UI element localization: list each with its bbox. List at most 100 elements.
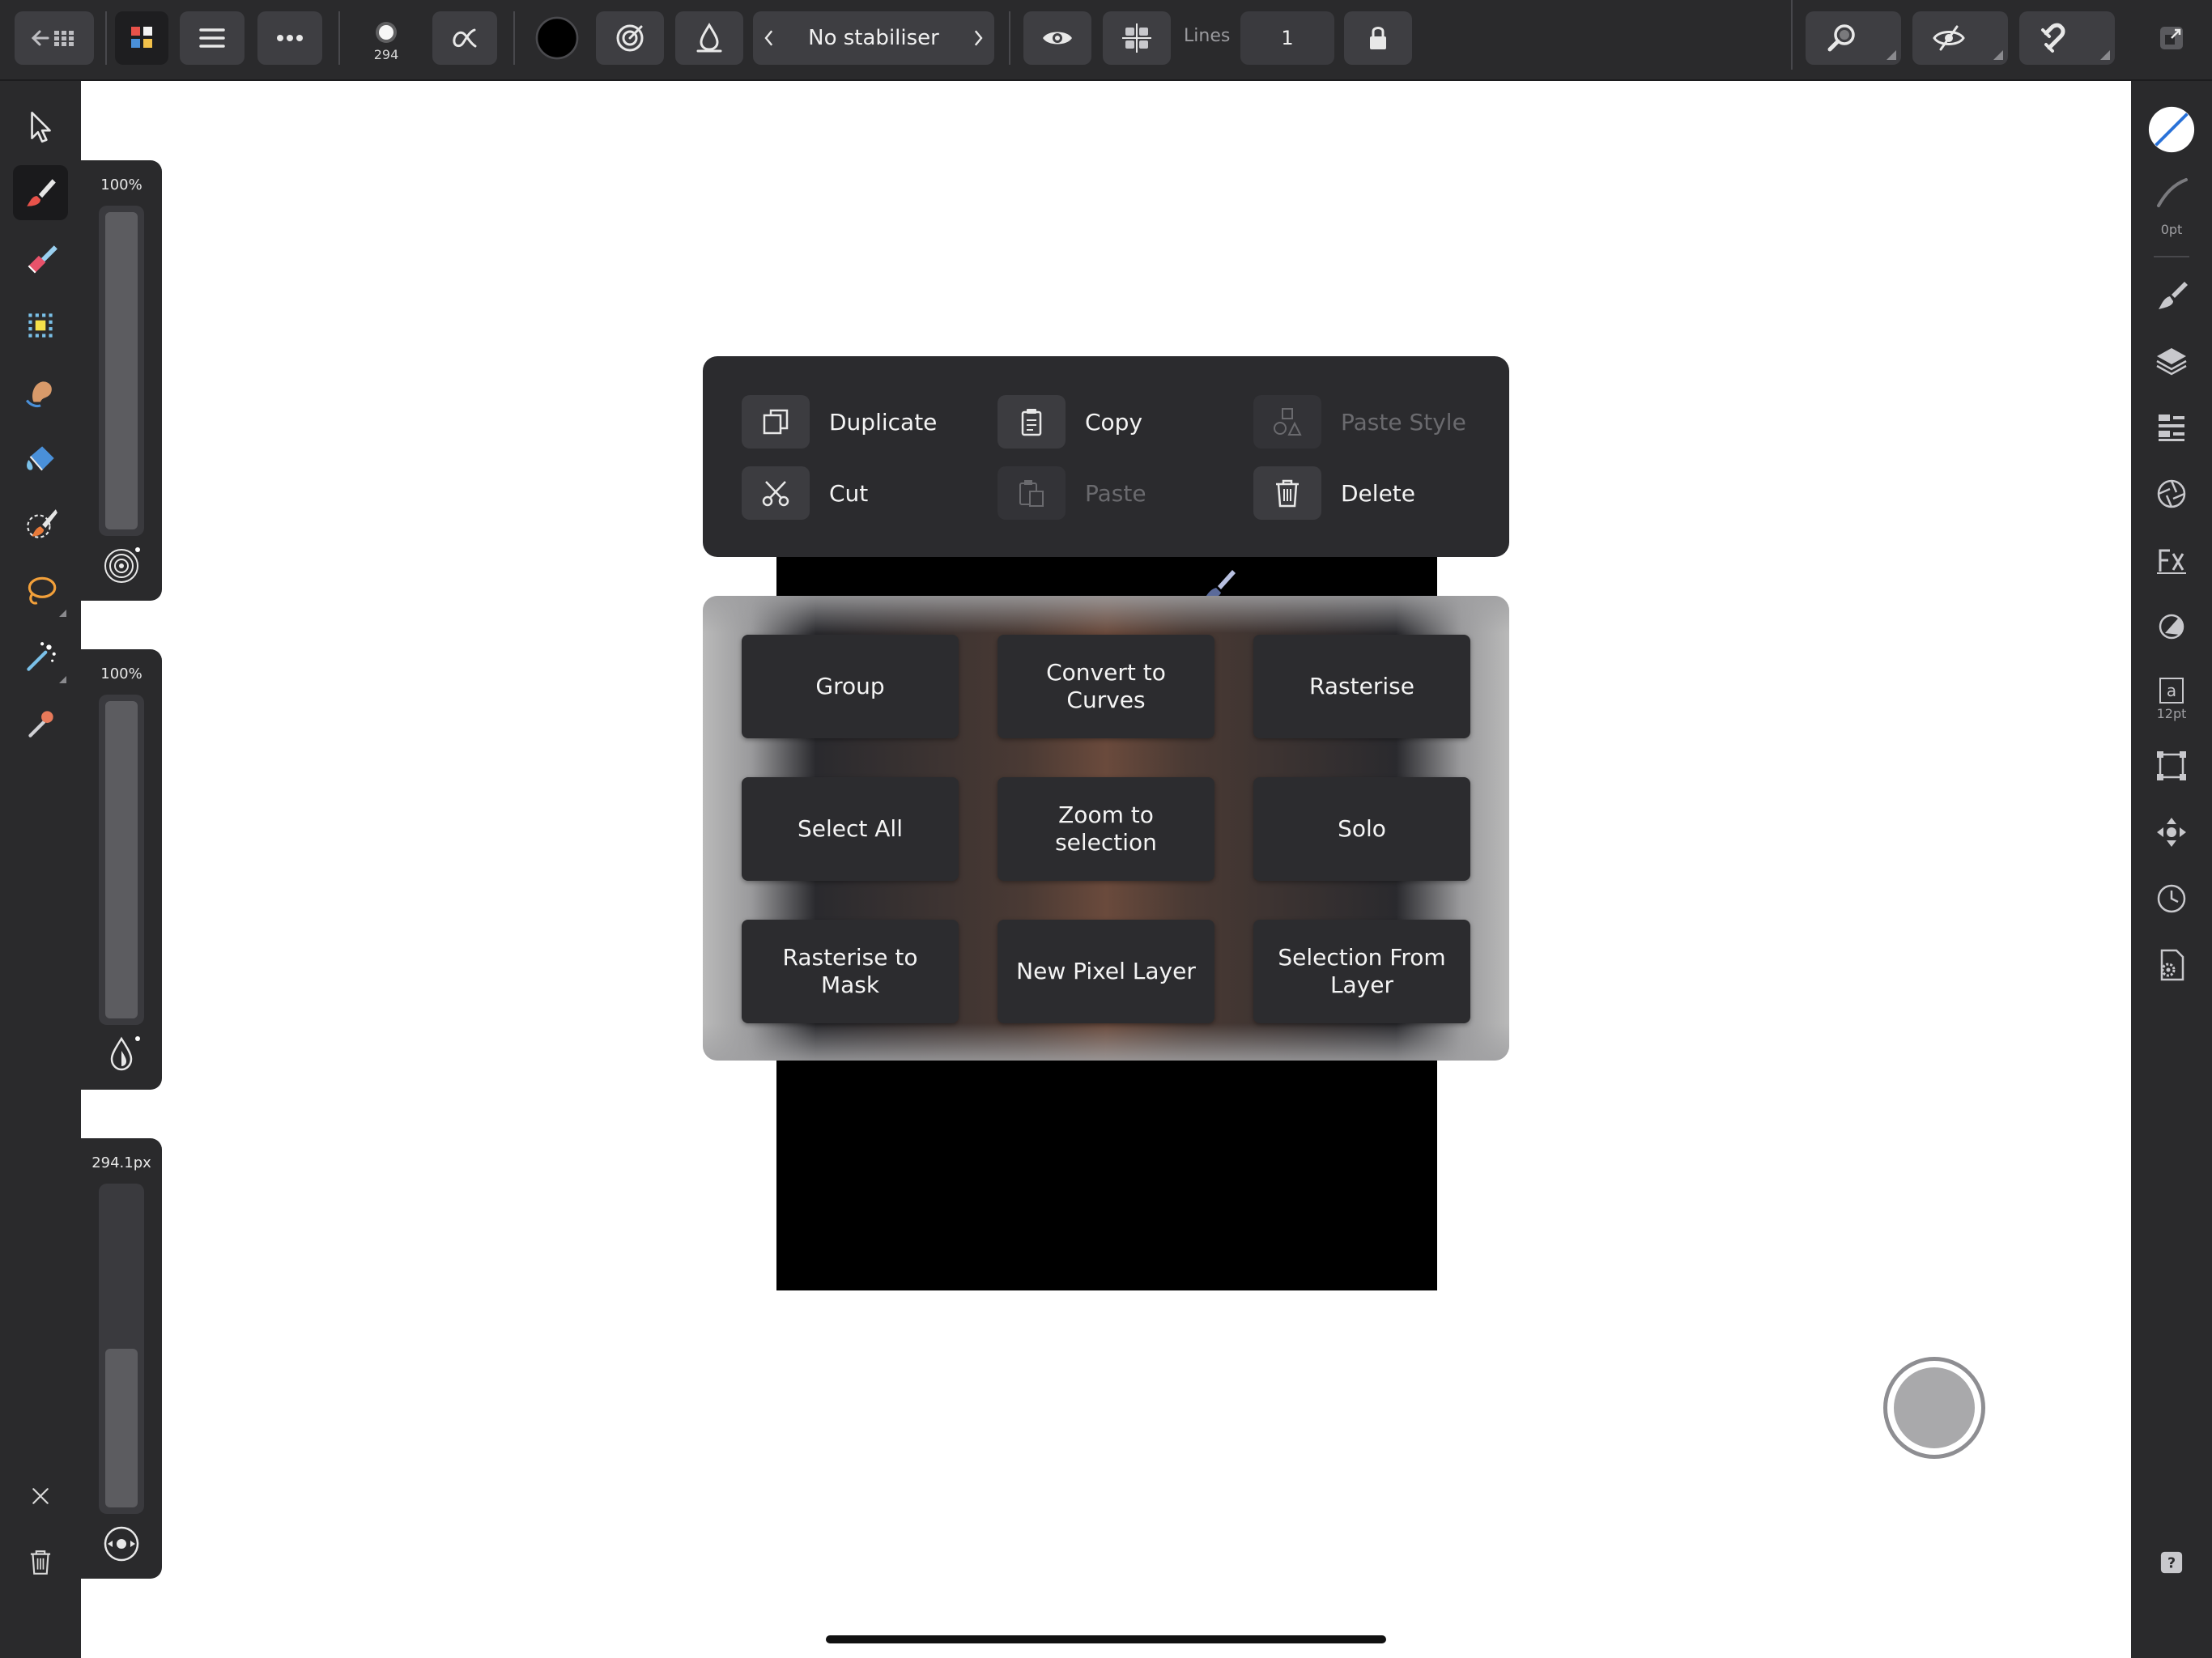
colour-picker-tool[interactable] [13,696,68,751]
transform-panel-button[interactable] [2149,743,2194,789]
lines-value-field[interactable]: 1 [1240,11,1334,65]
stroke-width-value: 0pt [2160,222,2183,237]
new-pixel-layer-button[interactable]: New Pixel Layer [998,920,1214,1023]
magic-wand-tool[interactable] [13,630,68,685]
group-button[interactable]: Group [742,635,959,738]
export-button[interactable] [2146,11,2197,65]
view-mode-button[interactable] [1912,11,2008,65]
wet-edges-button[interactable] [675,11,743,65]
paint-brush-tool[interactable] [13,165,68,220]
opacity-slider[interactable] [99,206,144,536]
solo-button[interactable]: Solo [1253,777,1470,881]
select-all-button[interactable]: Select All [742,777,959,881]
eyedropper-icon [28,711,53,738]
snapping-button[interactable] [2019,11,2115,65]
delete-menu-button[interactable]: Delete [1253,466,1415,520]
pointer-icon [31,111,51,143]
stroke-width-button[interactable] [2149,170,2194,215]
brush-dot-icon [376,22,397,43]
transparency-panel-button[interactable] [2149,604,2194,649]
pixel-tool[interactable] [13,298,68,353]
paste-style-label: Paste Style [1341,408,1466,436]
trash-icon [1276,479,1299,508]
delete-button[interactable] [13,1535,68,1590]
width-slider[interactable] [99,1184,144,1514]
colour-panel-button[interactable] [2149,471,2194,517]
freehand-selection-tool[interactable] [13,563,68,619]
close-button[interactable] [13,1469,68,1524]
stabiliser-prev-button[interactable] [753,11,785,65]
delete-label: Delete [1341,479,1415,507]
zoom-to-selection-button[interactable]: Zoom to selection [998,777,1214,881]
symmetry-button[interactable] [1103,11,1171,65]
paste-label: Paste [1085,479,1146,507]
back-to-gallery-button[interactable] [15,11,94,65]
hud-action-button[interactable] [1883,1357,1985,1459]
more-button[interactable] [257,11,322,65]
document-menu-button[interactable] [180,11,245,65]
lock-icon [1370,27,1386,49]
flow-slider-fill [105,701,138,1018]
aperture-icon [2157,479,2186,508]
back-grid-icon [31,30,74,46]
paste-icon [1019,480,1044,507]
flow-slider[interactable] [99,695,144,1025]
persona-switch-button[interactable] [115,11,168,65]
layers-panel-button[interactable] [2149,338,2194,384]
brush-selector-button[interactable]: 294 [356,11,416,65]
flood-fill-tool[interactable] [13,431,68,486]
scissors-icon [762,481,789,507]
document-settings-button[interactable] [2149,942,2194,988]
more-dots-icon [277,35,303,41]
fx-icon [2157,549,2186,574]
copy-button[interactable]: Copy [998,395,1142,449]
stabiliser-next-button[interactable] [962,11,994,65]
fill-stroke-button[interactable] [2146,104,2197,155]
menu-icon [199,28,225,48]
transform-box-icon [2157,751,2186,780]
duplicate-button[interactable]: Duplicate [742,395,937,449]
navigator-panel-button[interactable] [2149,810,2194,855]
brush-size-badge: 294 [373,47,399,62]
rasterise-button[interactable]: Rasterise [1253,635,1470,738]
help-button[interactable]: ? [2149,1540,2194,1585]
selection-brush-tool[interactable] [13,497,68,552]
stabiliser-label: No stabiliser [808,26,939,50]
selection-from-layer-button[interactable]: Selection From Layer [1253,920,1470,1023]
width-icon [104,1526,139,1562]
lock-button[interactable] [1344,11,1412,65]
move-tool[interactable] [13,99,68,154]
colour-swatch-button[interactable] [530,11,585,65]
paste-style-button[interactable]: Paste Style [1253,395,1466,449]
magnifier-icon [1827,24,1855,52]
home-indicator [826,1635,1386,1643]
cut-button[interactable]: Cut [742,466,868,520]
paste-button[interactable]: Paste [998,466,1146,520]
pressure-button[interactable] [596,11,664,65]
top-toolbar: 294 No stabiliser Lines 1 [0,0,2212,81]
svg-text:?: ? [2167,1556,2176,1572]
view-tool-button[interactable] [1806,11,1901,65]
erase-brush-tool[interactable] [13,232,68,287]
brushes-panel-button[interactable] [2149,272,2194,317]
history-panel-button[interactable] [2149,876,2194,921]
adjustments-panel-button[interactable] [2149,405,2194,450]
pressure-icon [616,24,644,52]
hide-selection-button[interactable] [1023,11,1091,65]
flow-slider-panel: 100% [81,649,162,1090]
lasso-icon [28,576,57,605]
convert-to-curves-button[interactable]: Convert to Curves [998,635,1214,738]
stroke-curve-icon [2157,178,2188,207]
studio-panel: 0pt a 12pt ? [2131,81,2212,1658]
brush-studio-button[interactable] [432,11,497,65]
close-icon [32,1488,49,1504]
command-panel: Group Convert to Curves Rasterise Select… [703,596,1509,1061]
stabiliser-selector[interactable]: No stabiliser [753,11,994,65]
smudge-tool[interactable] [13,364,68,419]
duplicate-label: Duplicate [829,408,938,436]
rasterise-to-mask-button[interactable]: Rasterise to Mask [742,920,959,1023]
cut-label: Cut [829,479,869,507]
clipboard-icon [1021,409,1042,436]
fx-panel-button[interactable] [2149,538,2194,583]
dropdown-corner-icon [2100,50,2110,60]
